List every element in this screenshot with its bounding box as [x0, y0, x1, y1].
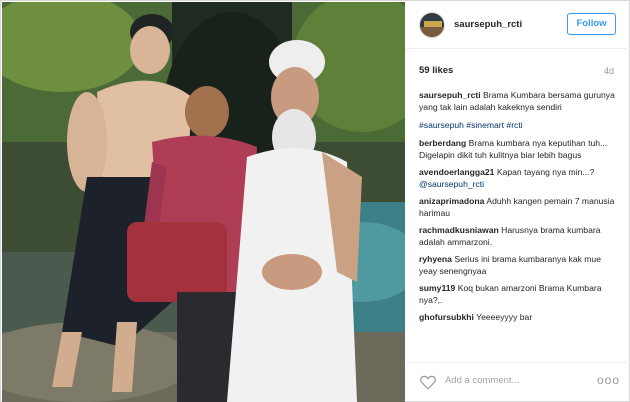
hashtags[interactable]: #saursepuh #sinemart #rcti	[419, 119, 619, 131]
heart-icon-shape	[420, 375, 436, 390]
list-item: avendoerlangga21 Kapan tayang nya min...…	[419, 166, 619, 190]
comment-text: Yeeeeyyyy bar	[476, 312, 533, 322]
heart-icon[interactable]	[419, 373, 437, 391]
comment-username[interactable]: rachmadkusniawan	[419, 225, 499, 235]
likes-count[interactable]: 59 likes	[419, 65, 453, 76]
post-age[interactable]: 4d	[604, 66, 614, 76]
list-item: ryhyena Serius ini brama kumbaranya kak …	[419, 253, 619, 277]
list-item: berberdang Brama kumbara nya keputihan t…	[419, 137, 619, 161]
comment-mention[interactable]: @saursepuh_rcti	[419, 179, 484, 189]
username-link[interactable]: saursepuh_rcti	[454, 19, 522, 30]
photo-illustration	[2, 2, 405, 402]
list-item: sumy119 Koq bukan amarzoni Brama Kumbara…	[419, 282, 619, 306]
comment-username[interactable]: ryhyena	[419, 254, 452, 264]
comment-bar: Add a comment... ooo	[405, 362, 630, 402]
post-sidebar: saursepuh_rcti Follow 59 likes 4d saurse…	[405, 1, 630, 402]
comment-username[interactable]: berberdang	[419, 138, 466, 148]
avatar[interactable]	[419, 12, 445, 38]
comments-list[interactable]: saursepuh_rcti Brama Kumbara bersama gur…	[419, 89, 619, 359]
comment-username[interactable]: anizaprimadona	[419, 196, 484, 206]
comment-username[interactable]: avendoerlangga21	[419, 167, 494, 177]
avatar-image	[420, 13, 444, 37]
more-options-icon[interactable]: ooo	[597, 373, 620, 387]
comment-input[interactable]: Add a comment...	[445, 375, 519, 386]
list-item: anizaprimadona Aduhh kangen pemain 7 man…	[419, 195, 619, 219]
post-header: saursepuh_rcti Follow	[405, 1, 630, 49]
comment-text: Kapan tayang nya min...?	[496, 167, 595, 177]
instagram-post-modal: saursepuh_rcti Follow 59 likes 4d saurse…	[0, 0, 630, 402]
comment-username[interactable]: sumy119	[419, 283, 455, 293]
caption-username[interactable]: saursepuh_rcti	[419, 90, 481, 100]
caption: saursepuh_rcti Brama Kumbara bersama gur…	[419, 89, 619, 113]
post-photo	[2, 2, 405, 402]
follow-button[interactable]: Follow	[567, 13, 616, 35]
list-item: rachmadkusniawan Harusnya brama kumbara …	[419, 224, 619, 248]
list-item: ghofursubkhi Yeeeeyyyy bar	[419, 311, 619, 323]
comment-username[interactable]: ghofursubkhi	[419, 312, 474, 322]
